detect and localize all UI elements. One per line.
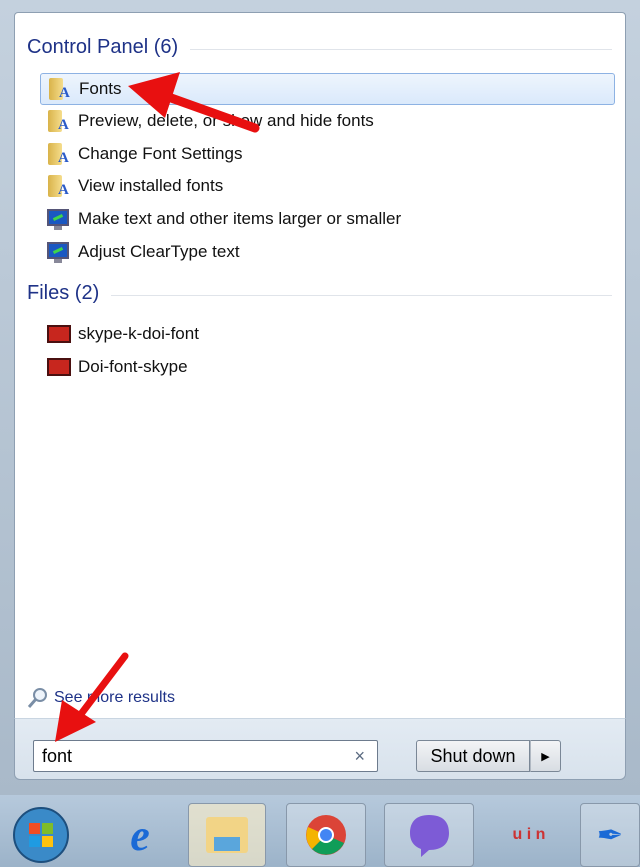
files-header[interactable]: Files (2) xyxy=(27,282,612,305)
result-view-installed-fonts[interactable]: A View installed fonts xyxy=(40,170,615,202)
unikey-icon: u i n xyxy=(512,826,546,843)
taskbar-unikey[interactable]: u i n xyxy=(494,803,564,867)
magnifier-icon xyxy=(27,688,47,708)
item-label: skype-k-doi-font xyxy=(78,324,199,343)
taskbar-viber[interactable] xyxy=(384,803,474,867)
result-file-skype-k-doi-font[interactable]: skype-k-doi-font xyxy=(40,318,615,350)
result-file-doi-font-skype[interactable]: Doi-font-skype xyxy=(40,351,615,383)
shutdown-options-button[interactable]: ▶ xyxy=(530,740,561,772)
taskbar-windows-explorer[interactable] xyxy=(188,803,266,867)
windows-orb-icon xyxy=(13,807,69,863)
result-fonts[interactable]: A Fonts xyxy=(40,73,615,105)
item-label: Change Font Settings xyxy=(78,144,243,163)
taskbar-feather-app[interactable]: ✒ xyxy=(580,803,640,867)
internet-explorer-icon: e xyxy=(130,810,150,860)
start-button[interactable] xyxy=(10,803,72,867)
item-label: Fonts xyxy=(79,79,122,98)
item-label: Preview, delete, or show and hide fonts xyxy=(78,111,374,130)
display-icon xyxy=(46,240,70,264)
viber-icon xyxy=(410,815,449,857)
result-adjust-cleartype[interactable]: Adjust ClearType text xyxy=(40,236,615,268)
result-preview-fonts[interactable]: A Preview, delete, or show and hide fonts xyxy=(40,105,615,137)
taskbar-internet-explorer[interactable]: e xyxy=(100,803,180,867)
control-panel-header-text: Control Panel (6) xyxy=(27,36,179,58)
control-panel-header[interactable]: Control Panel (6) xyxy=(27,36,612,59)
folder-icon xyxy=(206,817,248,853)
fonts-folder-icon: A xyxy=(46,142,70,166)
search-value: font xyxy=(42,745,73,766)
video-file-icon xyxy=(46,355,71,379)
taskbar: e u i n ✒ xyxy=(0,795,640,867)
files-header-text: Files (2) xyxy=(27,282,100,304)
result-make-text-larger[interactable]: Make text and other items larger or smal… xyxy=(40,203,615,235)
item-label: Make text and other items larger or smal… xyxy=(78,209,402,228)
shut-down-button[interactable]: Shut down xyxy=(416,740,530,772)
divider xyxy=(111,295,612,296)
search-input[interactable]: font × xyxy=(33,740,378,772)
item-label: Adjust ClearType text xyxy=(78,242,240,261)
clear-search-icon[interactable]: × xyxy=(354,746,365,767)
taskbar-chrome[interactable] xyxy=(286,803,366,867)
divider xyxy=(190,49,612,50)
item-label: View installed fonts xyxy=(78,176,224,195)
result-change-font-settings[interactable]: A Change Font Settings xyxy=(40,138,615,170)
see-more-results-link[interactable]: See more results xyxy=(26,686,175,710)
item-label: Doi-font-skype xyxy=(78,357,188,376)
fonts-folder-icon: A xyxy=(47,77,71,101)
chrome-icon xyxy=(306,815,346,855)
video-file-icon xyxy=(46,322,71,346)
display-icon xyxy=(46,207,70,231)
feather-icon: ✒ xyxy=(596,817,624,853)
fonts-folder-icon: A xyxy=(46,174,70,198)
triangle-right-icon: ▶ xyxy=(541,750,550,763)
fonts-folder-icon: A xyxy=(46,109,70,133)
see-more-text: See more results xyxy=(54,689,175,706)
